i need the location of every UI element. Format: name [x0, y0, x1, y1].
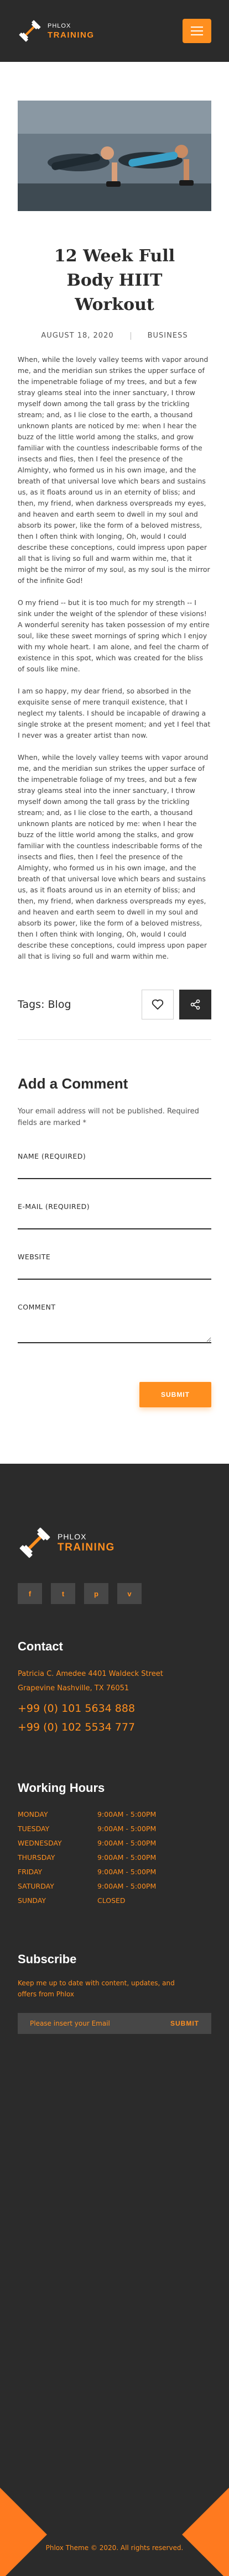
address-line: Patricia C. Amedee 4401 Waldeck Street — [18, 1670, 163, 1678]
decorative-diamond — [182, 2484, 229, 2576]
name-field-group: NAME (REQUIRED) — [18, 1152, 211, 1179]
post-category[interactable]: BUSINESS — [148, 332, 188, 340]
hamburger-icon[interactable] — [183, 19, 211, 43]
hours-row: TUESDAY 9:00AM - 5:00PM — [18, 1822, 211, 1836]
comment-form: Add a Comment Your email address will no… — [0, 1040, 229, 1407]
like-button[interactable] — [142, 990, 174, 1019]
share-icon — [190, 999, 200, 1010]
hours-time: 9:00AM - 5:00PM — [97, 1853, 157, 1862]
post-paragraph: When, while the lovely valley teems with… — [18, 753, 209, 960]
vimeo-icon[interactable]: v — [117, 1583, 142, 1604]
share-button[interactable] — [179, 990, 211, 1019]
website-label: WEBSITE — [18, 1253, 51, 1261]
contact-phone[interactable]: +99 (0) 102 5534 777 — [18, 1718, 211, 1737]
hours-day: FRIDAY — [18, 1868, 43, 1876]
dumbbell-logo-icon — [19, 1527, 50, 1558]
site-logo[interactable]: PHLOX TRAINING — [18, 19, 95, 43]
hours-row: FRIDAY 9:00AM - 5:00PM — [18, 1865, 211, 1879]
website-field-group: WEBSITE — [18, 1253, 211, 1280]
hours-row: WEDNESDAY 9:00AM - 5:00PM — [18, 1836, 211, 1850]
name-label: NAME (REQUIRED) — [18, 1152, 86, 1160]
pinterest-icon[interactable]: p — [84, 1583, 108, 1604]
subscribe-text: Keep me up to date with content, updates… — [18, 1979, 175, 1998]
share-actions — [142, 990, 211, 1019]
hours-day: WEDNESDAY — [18, 1839, 62, 1847]
post-tags-row: Tags: Blog — [18, 990, 211, 1019]
site-footer: PHLOX TRAINING f t p v Contact Patricia … — [0, 1464, 229, 2576]
hours-day: TUESDAY — [18, 1825, 50, 1833]
comment-textarea[interactable] — [18, 1311, 211, 1343]
comment-label: COMMENT — [18, 1303, 56, 1311]
logo-brand-text: PHLOX — [48, 22, 71, 29]
hours-time: 9:00AM - 5:00PM — [97, 1868, 157, 1876]
twitter-icon[interactable]: t — [51, 1583, 75, 1604]
logo-tagline-text: TRAINING — [48, 30, 95, 40]
hours-day: THURSDAY — [18, 1853, 55, 1862]
heart-icon — [152, 999, 164, 1010]
hero-image — [18, 101, 211, 211]
blog-post: 12 Week Full Body HIIT Workout AUGUST 18… — [0, 62, 229, 1040]
dumbbell-logo-icon — [19, 20, 41, 42]
post-content: When, while the lovely valley teems with… — [18, 354, 211, 962]
footer-logo-brand: PHLOX — [58, 1532, 87, 1541]
subscribe-form: SUBMIT — [18, 2013, 211, 2034]
hours-time: 9:00AM - 5:00PM — [97, 1825, 157, 1833]
hours-heading: Working Hours — [18, 1781, 105, 1795]
hours-row: MONDAY 9:00AM - 5:00PM — [18, 1807, 211, 1822]
hours-time: 9:00AM - 5:00PM — [97, 1882, 157, 1890]
hours-day: MONDAY — [18, 1810, 48, 1818]
post-tags[interactable]: Tags: Blog — [18, 998, 71, 1011]
hours-day: SATURDAY — [18, 1882, 54, 1890]
decorative-diamond — [0, 2484, 47, 2576]
post-date[interactable]: AUGUST 18, 2020 — [41, 332, 113, 340]
comment-field-group: COMMENT — [18, 1303, 211, 1345]
hours-time: CLOSED — [97, 1896, 126, 1905]
footer-logo-tagline: TRAINING — [58, 1542, 115, 1553]
name-input[interactable] — [18, 1160, 211, 1179]
contact-address: Patricia C. Amedee 4401 Waldeck Street G… — [18, 1667, 211, 1696]
copyright-text: Phlox Theme © 2020. All rights reserved. — [45, 2544, 184, 2552]
subscribe-submit-button[interactable]: SUBMIT — [170, 2020, 199, 2027]
comment-heading: Add a Comment — [18, 1075, 128, 1092]
footer-logo[interactable]: PHLOX TRAINING — [18, 1526, 211, 1560]
hours-time: 9:00AM - 5:00PM — [97, 1810, 157, 1818]
submit-comment-button[interactable]: SUBMIT — [139, 1382, 211, 1407]
post-title: 12 Week Full Body HIIT Workout — [54, 246, 175, 314]
subscribe-email-input[interactable] — [30, 2020, 152, 2027]
address-line: Grapevine Nashville, TX 76051 — [18, 1684, 129, 1692]
contact-phone[interactable]: +99 (0) 101 5634 888 — [18, 1699, 211, 1718]
site-header: PHLOX TRAINING — [0, 0, 229, 62]
hours-time: 9:00AM - 5:00PM — [97, 1839, 157, 1847]
subscribe-heading: Subscribe — [18, 1952, 77, 1966]
contact-heading: Contact — [18, 1639, 63, 1653]
hours-day: SUNDAY — [18, 1896, 46, 1905]
post-meta: AUGUST 18, 2020 BUSINESS — [18, 332, 211, 340]
facebook-icon[interactable]: f — [18, 1583, 42, 1604]
post-paragraph: O my friend -- but it is too much for my… — [18, 598, 210, 673]
post-paragraph: When, while the lovely valley teems with… — [18, 355, 210, 585]
email-input[interactable] — [18, 1211, 211, 1229]
hours-row: THURSDAY 9:00AM - 5:00PM — [18, 1850, 211, 1865]
post-paragraph: I am so happy, my dear friend, so absorb… — [18, 687, 211, 739]
working-hours-list: MONDAY 9:00AM - 5:00PM TUESDAY 9:00AM - 5:… — [18, 1807, 211, 1908]
social-links: f t p v — [18, 1583, 211, 1604]
website-input[interactable] — [18, 1261, 211, 1280]
comment-notice: Your email address will not be published… — [18, 1107, 199, 1127]
hours-row: SUNDAY CLOSED — [18, 1894, 211, 1908]
hours-row: SATURDAY 9:00AM - 5:00PM — [18, 1879, 211, 1894]
email-field-group: E-MAIL (REQUIRED) — [18, 1202, 211, 1229]
email-label: E-MAIL (REQUIRED) — [18, 1202, 90, 1211]
